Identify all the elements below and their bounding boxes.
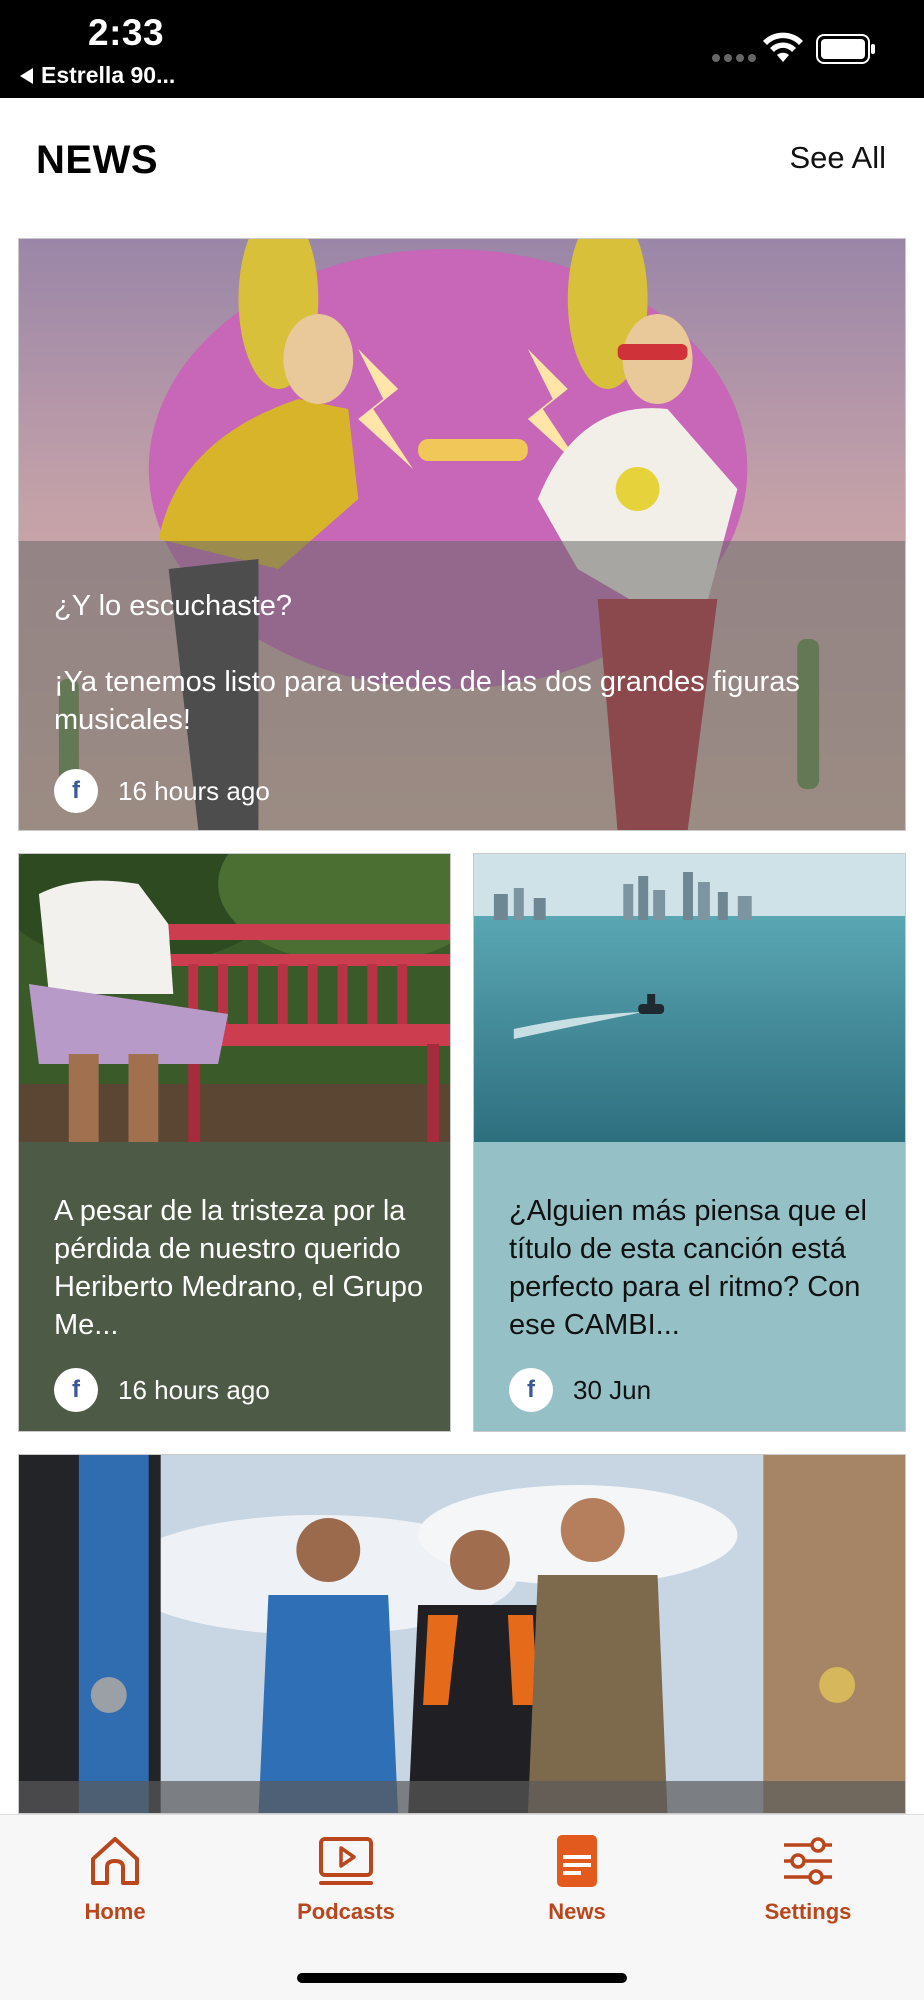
news-card-time: 30 Jun bbox=[573, 1374, 652, 1405]
news-card-image bbox=[19, 854, 450, 1142]
news-card-text: ¿Alguien más piensa que el título de est… bbox=[509, 1195, 867, 1341]
section-title: NEWS bbox=[36, 138, 158, 182]
news-section-header: NEWS See All bbox=[0, 98, 924, 220]
home-indicator[interactable] bbox=[297, 1973, 627, 1983]
status-bar: 2:33 Estrella 90... bbox=[0, 0, 924, 98]
news-card-time: 16 hours ago bbox=[118, 1374, 270, 1405]
news-icon bbox=[557, 1835, 597, 1887]
news-card[interactable]: ¿Alguien más piensa que el título de est… bbox=[473, 853, 906, 1432]
news-card-image bbox=[19, 1455, 905, 1813]
tab-news[interactable]: News bbox=[497, 1833, 657, 1943]
tab-podcasts[interactable]: Podcasts bbox=[266, 1833, 426, 1943]
news-card-image bbox=[474, 854, 905, 1142]
back-to-app-button[interactable]: Estrella 90... bbox=[20, 62, 175, 89]
news-card-meta: f 16 hours ago bbox=[54, 1368, 270, 1412]
facebook-icon: f bbox=[54, 769, 98, 813]
news-card-featured[interactable]: ¿Y lo escuchaste? ¡Ya tenemos listo para… bbox=[18, 238, 906, 831]
podcast-play-icon bbox=[319, 1837, 373, 1885]
home-icon bbox=[91, 1837, 139, 1885]
battery-icon bbox=[816, 34, 875, 64]
news-card-text: A pesar de la tristeza por la pérdida de… bbox=[54, 1195, 424, 1341]
status-time: 2:33 bbox=[88, 12, 165, 53]
facebook-icon: f bbox=[509, 1368, 553, 1412]
news-card-meta: f 16 hours ago bbox=[54, 769, 270, 813]
news-card-meta: f 30 Jun bbox=[509, 1368, 651, 1412]
tab-label: Podcasts bbox=[297, 1899, 395, 1924]
tab-home[interactable]: Home bbox=[35, 1833, 195, 1943]
news-card-overlay bbox=[19, 1781, 905, 1813]
sliders-icon bbox=[784, 1837, 832, 1885]
news-card[interactable]: A pesar de la tristeza por la pérdida de… bbox=[18, 853, 451, 1432]
back-arrow-icon bbox=[20, 67, 33, 84]
see-all-link[interactable]: See All bbox=[789, 140, 886, 176]
tab-label: Home bbox=[84, 1899, 146, 1924]
tab-label: News bbox=[548, 1899, 606, 1924]
news-card-featured[interactable] bbox=[18, 1454, 906, 1814]
cellular-signal-icon bbox=[712, 54, 756, 62]
tab-label: Settings bbox=[764, 1899, 852, 1924]
tab-settings[interactable]: Settings bbox=[728, 1833, 888, 1943]
news-card-time: 16 hours ago bbox=[118, 775, 270, 806]
back-app-label: Estrella 90... bbox=[41, 62, 176, 88]
wifi-icon bbox=[763, 32, 803, 62]
news-card-text: ¿Y lo escuchaste? ¡Ya tenemos listo para… bbox=[54, 590, 800, 736]
facebook-icon: f bbox=[54, 1368, 98, 1412]
